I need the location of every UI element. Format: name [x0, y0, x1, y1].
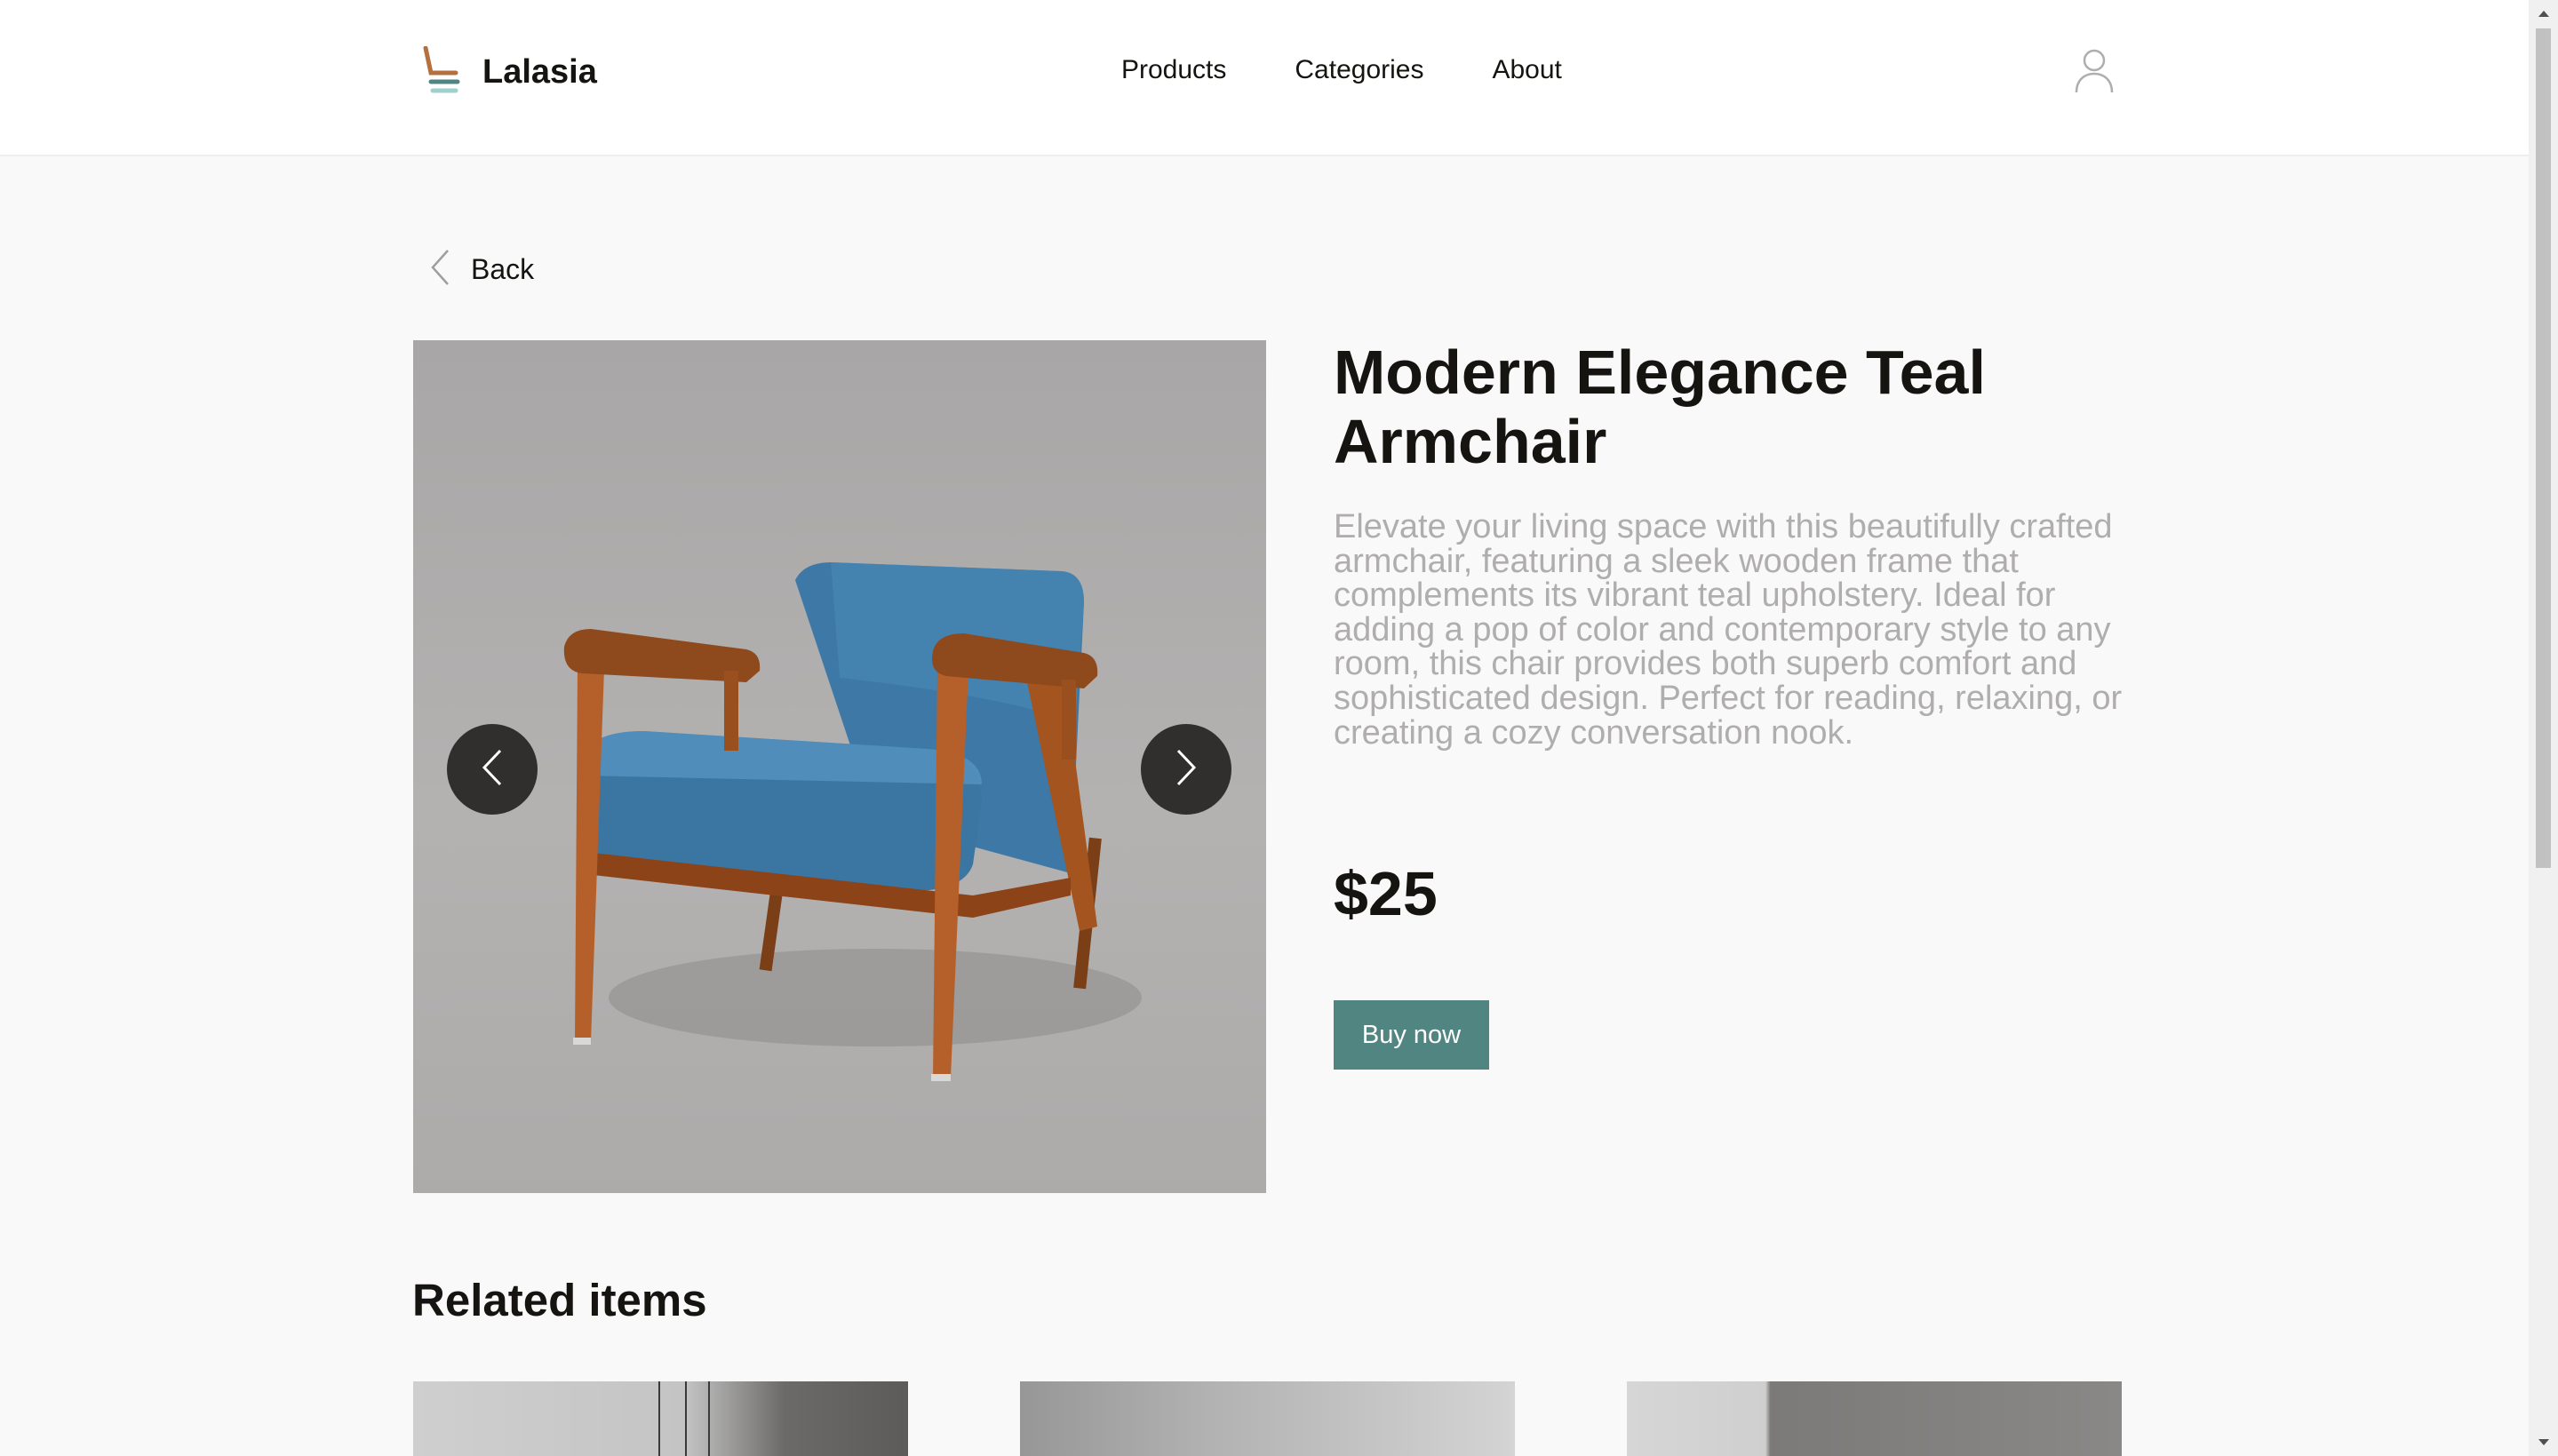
related-item-image-detail	[708, 1381, 710, 1456]
brand-logo[interactable]: Lalasia	[420, 45, 597, 98]
chevron-left-icon	[430, 249, 450, 290]
nav-item-products[interactable]: Products	[1121, 55, 1226, 85]
product-price: $25	[1334, 859, 1438, 928]
related-item-image-detail	[658, 1381, 660, 1456]
nav-item-about[interactable]: About	[1492, 55, 1561, 85]
related-item-card[interactable]	[1627, 1381, 2122, 1456]
related-item-image-detail	[685, 1381, 687, 1456]
chair-logo-icon	[420, 45, 465, 98]
site-header: Lalasia Products Categories About	[0, 0, 2529, 156]
back-link[interactable]: Back	[430, 249, 534, 290]
scrollbar-thumb[interactable]	[2536, 28, 2551, 868]
buy-now-button[interactable]: Buy now	[1334, 1000, 1489, 1070]
carousel-next-button[interactable]	[1141, 724, 1231, 815]
scroll-down-arrow-icon[interactable]	[2529, 1429, 2558, 1456]
product-image	[563, 562, 1142, 1081]
page-scrollbar[interactable]	[2529, 0, 2558, 1456]
scroll-up-arrow-icon[interactable]	[2529, 0, 2558, 27]
related-items-heading: Related items	[412, 1275, 707, 1325]
product-image-carousel	[413, 340, 1266, 1193]
product-title: Modern Elegance Teal Armchair	[1334, 338, 1986, 476]
chevron-right-icon	[1173, 748, 1199, 792]
related-item-card[interactable]	[413, 1381, 908, 1456]
main-nav: Products Categories About	[1121, 55, 1630, 85]
product-description: Elevate your living space with this beau…	[1334, 508, 2123, 752]
back-label: Back	[471, 253, 535, 285]
chevron-left-icon	[479, 748, 506, 792]
carousel-prev-button[interactable]	[447, 724, 538, 815]
user-icon[interactable]	[2074, 48, 2115, 94]
related-item-card[interactable]	[1020, 1381, 1515, 1456]
nav-item-categories[interactable]: Categories	[1295, 55, 1423, 85]
brand-name: Lalasia	[482, 52, 597, 91]
